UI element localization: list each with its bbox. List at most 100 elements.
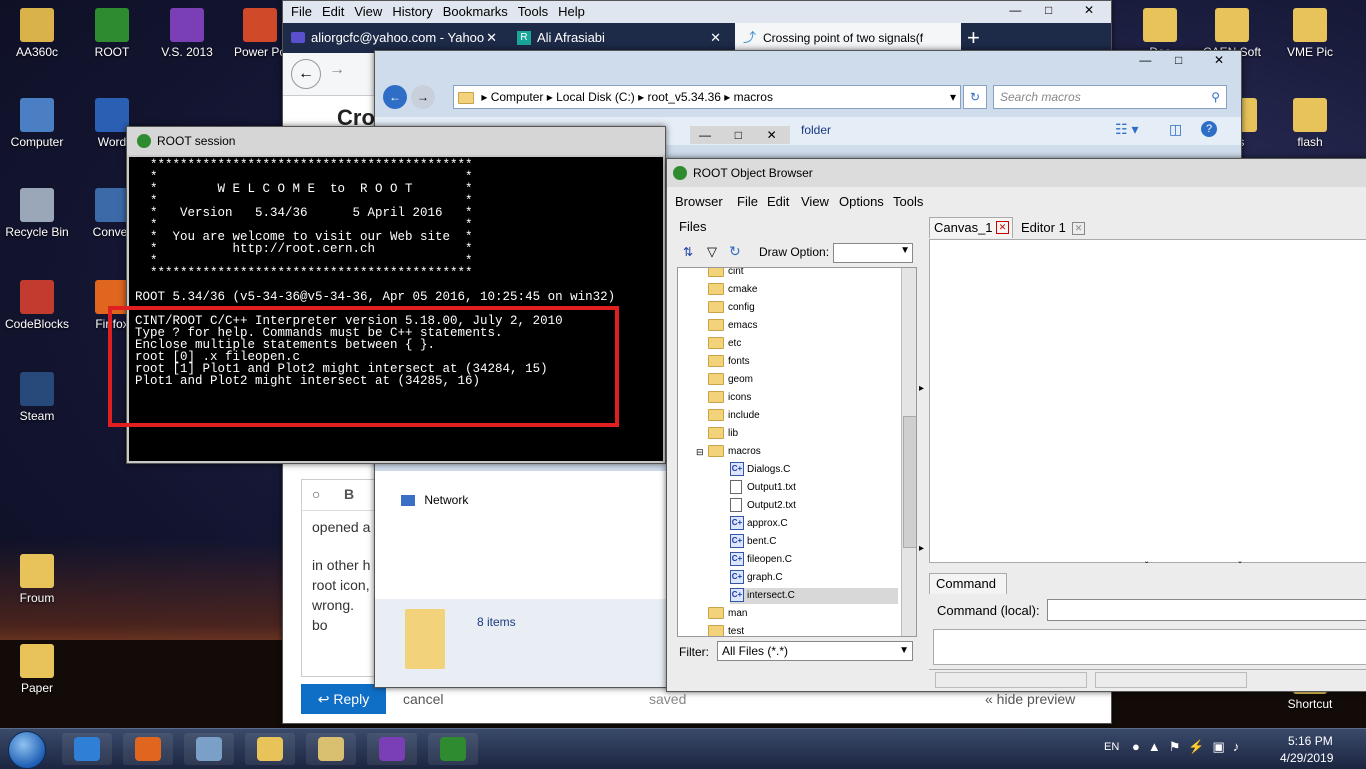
tree-item[interactable]: geom	[708, 372, 898, 388]
sort-icon[interactable]: ⇅	[683, 245, 693, 259]
clock-date[interactable]: 4/29/2019	[1280, 751, 1333, 765]
collapse-icon[interactable]: ⊟	[696, 444, 704, 460]
chevron-down-icon[interactable]: ▾	[950, 86, 956, 108]
breadcrumb-local-disk[interactable]: Local Disk (C:)	[556, 90, 635, 104]
tree-item[interactable]: lib	[708, 426, 898, 442]
refresh-icon[interactable]: ↻	[729, 243, 741, 260]
menu-item-edit[interactable]: Edit	[767, 194, 789, 209]
menu-item-tools[interactable]: Tools	[893, 194, 923, 209]
desktop-icon[interactable]: AA360c	[0, 8, 77, 59]
close-button[interactable]: ✕	[1197, 51, 1241, 69]
tree-item[interactable]: config	[708, 300, 898, 316]
tree-item[interactable]: emacs	[708, 318, 898, 334]
calculator-icon[interactable]	[184, 733, 234, 765]
desktop-icon[interactable]: CodeBlocks	[0, 280, 77, 331]
menu-item-bookmarks[interactable]: Bookmarks	[443, 4, 508, 19]
menu-item-view[interactable]: View	[801, 194, 829, 209]
cancel-link[interactable]: cancel	[403, 691, 443, 707]
menu-item-options[interactable]: Options	[839, 194, 884, 209]
tree-item[interactable]: test	[708, 624, 898, 636]
desktop-icon[interactable]: VME Pic	[1270, 8, 1350, 59]
forward-button[interactable]: →	[329, 61, 345, 79]
draw-option-select[interactable]: ▼	[833, 243, 913, 263]
minimize-button[interactable]: —	[1130, 51, 1160, 69]
address-bar[interactable]: ▸ Computer ▸ Local Disk (C:) ▸ root_v5.3…	[453, 85, 961, 109]
panel-splitter[interactable]: ▸ ▸	[919, 219, 927, 659]
menu-item-help[interactable]: Help	[558, 4, 585, 19]
command-tab[interactable]: Command	[929, 573, 1007, 594]
tree-item[interactable]: etc	[708, 336, 898, 352]
tab-close-icon[interactable]: ✕	[710, 23, 721, 53]
back-button[interactable]: ←	[291, 59, 321, 89]
close-button[interactable]: ✕	[1067, 1, 1111, 19]
menu-item-browser[interactable]: Browser	[675, 194, 723, 209]
bold-icon[interactable]: B	[344, 486, 354, 502]
splitter-arrows[interactable]: ˇˇ	[1145, 561, 1242, 572]
forward-button[interactable]: →	[411, 85, 435, 109]
start-button[interactable]	[8, 731, 46, 769]
tree-item[interactable]: C+ approx.C	[730, 516, 898, 532]
menu-item-tools[interactable]: Tools	[518, 4, 548, 19]
minimize-button[interactable]: —	[690, 126, 720, 144]
search-input[interactable]: Search macros ⚲	[993, 85, 1227, 109]
tree-item[interactable]: cint	[708, 268, 898, 280]
refresh-button[interactable]: ↻	[963, 85, 987, 109]
tree-item[interactable]: ⊟ macros	[696, 444, 898, 460]
clock-time[interactable]: 5:16 PM	[1288, 734, 1333, 748]
help-icon[interactable]: ?	[1201, 121, 1217, 137]
tray-icons[interactable]: ●▲⚑⚡▣♪	[1132, 739, 1247, 755]
menu-item-file[interactable]: File	[291, 4, 312, 19]
back-button[interactable]: ←	[383, 85, 407, 109]
desktop-icon[interactable]: Recycle Bin	[0, 188, 77, 239]
ie-icon[interactable]	[62, 733, 112, 765]
tab-canvas-1[interactable]: Canvas_1 ✕	[929, 217, 1013, 238]
desktop-icon[interactable]: Froum	[0, 554, 77, 605]
tree-scrollbar[interactable]	[901, 268, 916, 636]
desktop-icon[interactable]: ROOT	[72, 8, 152, 59]
preview-pane-icon[interactable]: ◫	[1169, 121, 1182, 138]
close-icon[interactable]: ✕	[996, 221, 1009, 234]
close-button[interactable]: ✕	[757, 126, 787, 144]
breadcrumb-computer[interactable]: Computer	[491, 90, 544, 104]
desktop-icon[interactable]: flash	[1270, 98, 1350, 149]
tree-item[interactable]: man	[708, 606, 898, 622]
minimize-button[interactable]: —	[1000, 1, 1030, 19]
tree-item[interactable]: icons	[708, 390, 898, 406]
filter-select[interactable]: All Files (*.*) ▼	[717, 641, 913, 661]
tree-item[interactable]: include	[708, 408, 898, 424]
files-tab[interactable]: Files	[679, 219, 706, 234]
tree-item[interactable]: C+ fileopen.C	[730, 552, 898, 568]
maximize-button[interactable]: □	[723, 126, 753, 144]
command-input[interactable]	[1047, 599, 1366, 621]
visual-studio-icon[interactable]	[367, 733, 417, 765]
desktop-icon[interactable]: Steam	[0, 372, 77, 423]
new-tab-button[interactable]: +	[967, 25, 980, 51]
tree-item[interactable]: fonts	[708, 354, 898, 370]
tree-item[interactable]: Output1.txt	[730, 480, 898, 496]
desktop-icon[interactable]: V.S. 2013	[147, 8, 227, 59]
desktop-icon[interactable]: Paper	[0, 644, 77, 695]
desktop-icon[interactable]: Computer	[0, 98, 77, 149]
menu-item-view[interactable]: View	[354, 4, 382, 19]
menu-item-file[interactable]: File	[737, 194, 758, 209]
view-options-icon[interactable]: ☷ ▾	[1115, 121, 1138, 138]
tab-ali-afrasiabi[interactable]: R Ali Afrasiabi ✕	[509, 23, 731, 53]
close-icon[interactable]: ✕	[1072, 222, 1085, 235]
tree-item[interactable]: C+ intersect.C	[730, 588, 898, 604]
menu-item-edit[interactable]: Edit	[322, 4, 344, 19]
tab-crossing-point[interactable]: ⤴ Crossing point of two signals(f	[735, 23, 961, 53]
tab-close-icon[interactable]: ✕	[486, 23, 497, 53]
file-explorer-icon[interactable]	[245, 733, 295, 765]
reply-editor[interactable]: ○ B opened a in other h root icon, wrong. b…	[301, 479, 383, 677]
firefox-icon[interactable]	[123, 733, 173, 765]
tree-item[interactable]: C+ graph.C	[730, 570, 898, 586]
tab-editor-1[interactable]: Editor 1 ✕	[1015, 219, 1087, 237]
reply-button[interactable]: ↩ Reply	[301, 684, 386, 714]
root-tree-icon[interactable]	[428, 733, 478, 765]
network-item[interactable]: Network	[401, 493, 468, 507]
menu-item-history[interactable]: History	[392, 4, 432, 19]
tree-item[interactable]: C+ Dialogs.C	[730, 462, 898, 478]
hide-preview-link[interactable]: « hide preview	[985, 691, 1075, 707]
breadcrumb-macros[interactable]: macros	[734, 90, 773, 104]
breadcrumb-root[interactable]: root_v5.34.36	[648, 90, 721, 104]
